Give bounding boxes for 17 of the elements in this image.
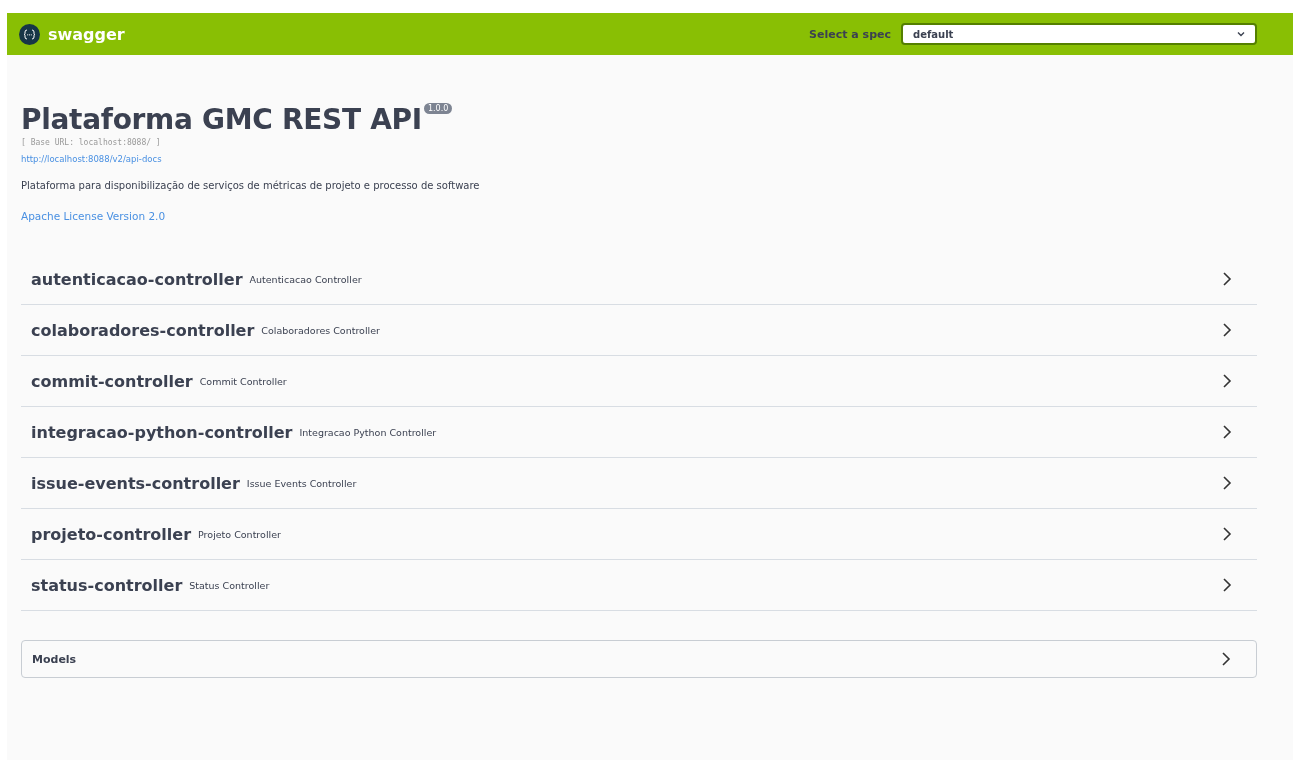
- api-title: Plataforma GMC REST API: [21, 103, 422, 136]
- brand-name: swagger: [48, 24, 125, 44]
- controller-section[interactable]: colaboradores-controller Colaboradores Controller: [21, 305, 1257, 356]
- base-url: [ Base URL: localhost:8088/ ]: [21, 138, 162, 147]
- controller-section[interactable]: issue-events-controller Issue Events Controller: [21, 458, 1257, 509]
- api-description: Plataforma para disponibilização de serviços de métricas de projeto e processo de software: [21, 180, 481, 191]
- models-section[interactable]: Models: [21, 640, 1257, 678]
- controller-section[interactable]: commit-controller Commit Controller: [21, 356, 1257, 407]
- logo-icon: [19, 23, 40, 45]
- spec-label: Select a spec: [809, 27, 891, 41]
- spec-select[interactable]: default: [901, 23, 1257, 45]
- controller-section[interactable]: autenticacao-controller Autenticacao Controller: [21, 254, 1257, 305]
- controller-section[interactable]: integracao-python-controller Integracao Python Controller: [21, 407, 1257, 458]
- caret-icon: [1237, 31, 1245, 37]
- controller-section[interactable]: projeto-controller Projeto Controller: [21, 509, 1257, 560]
- controller-section[interactable]: status-controller Status Controller: [21, 560, 1257, 611]
- version-badge: 1.0.0: [423, 103, 453, 114]
